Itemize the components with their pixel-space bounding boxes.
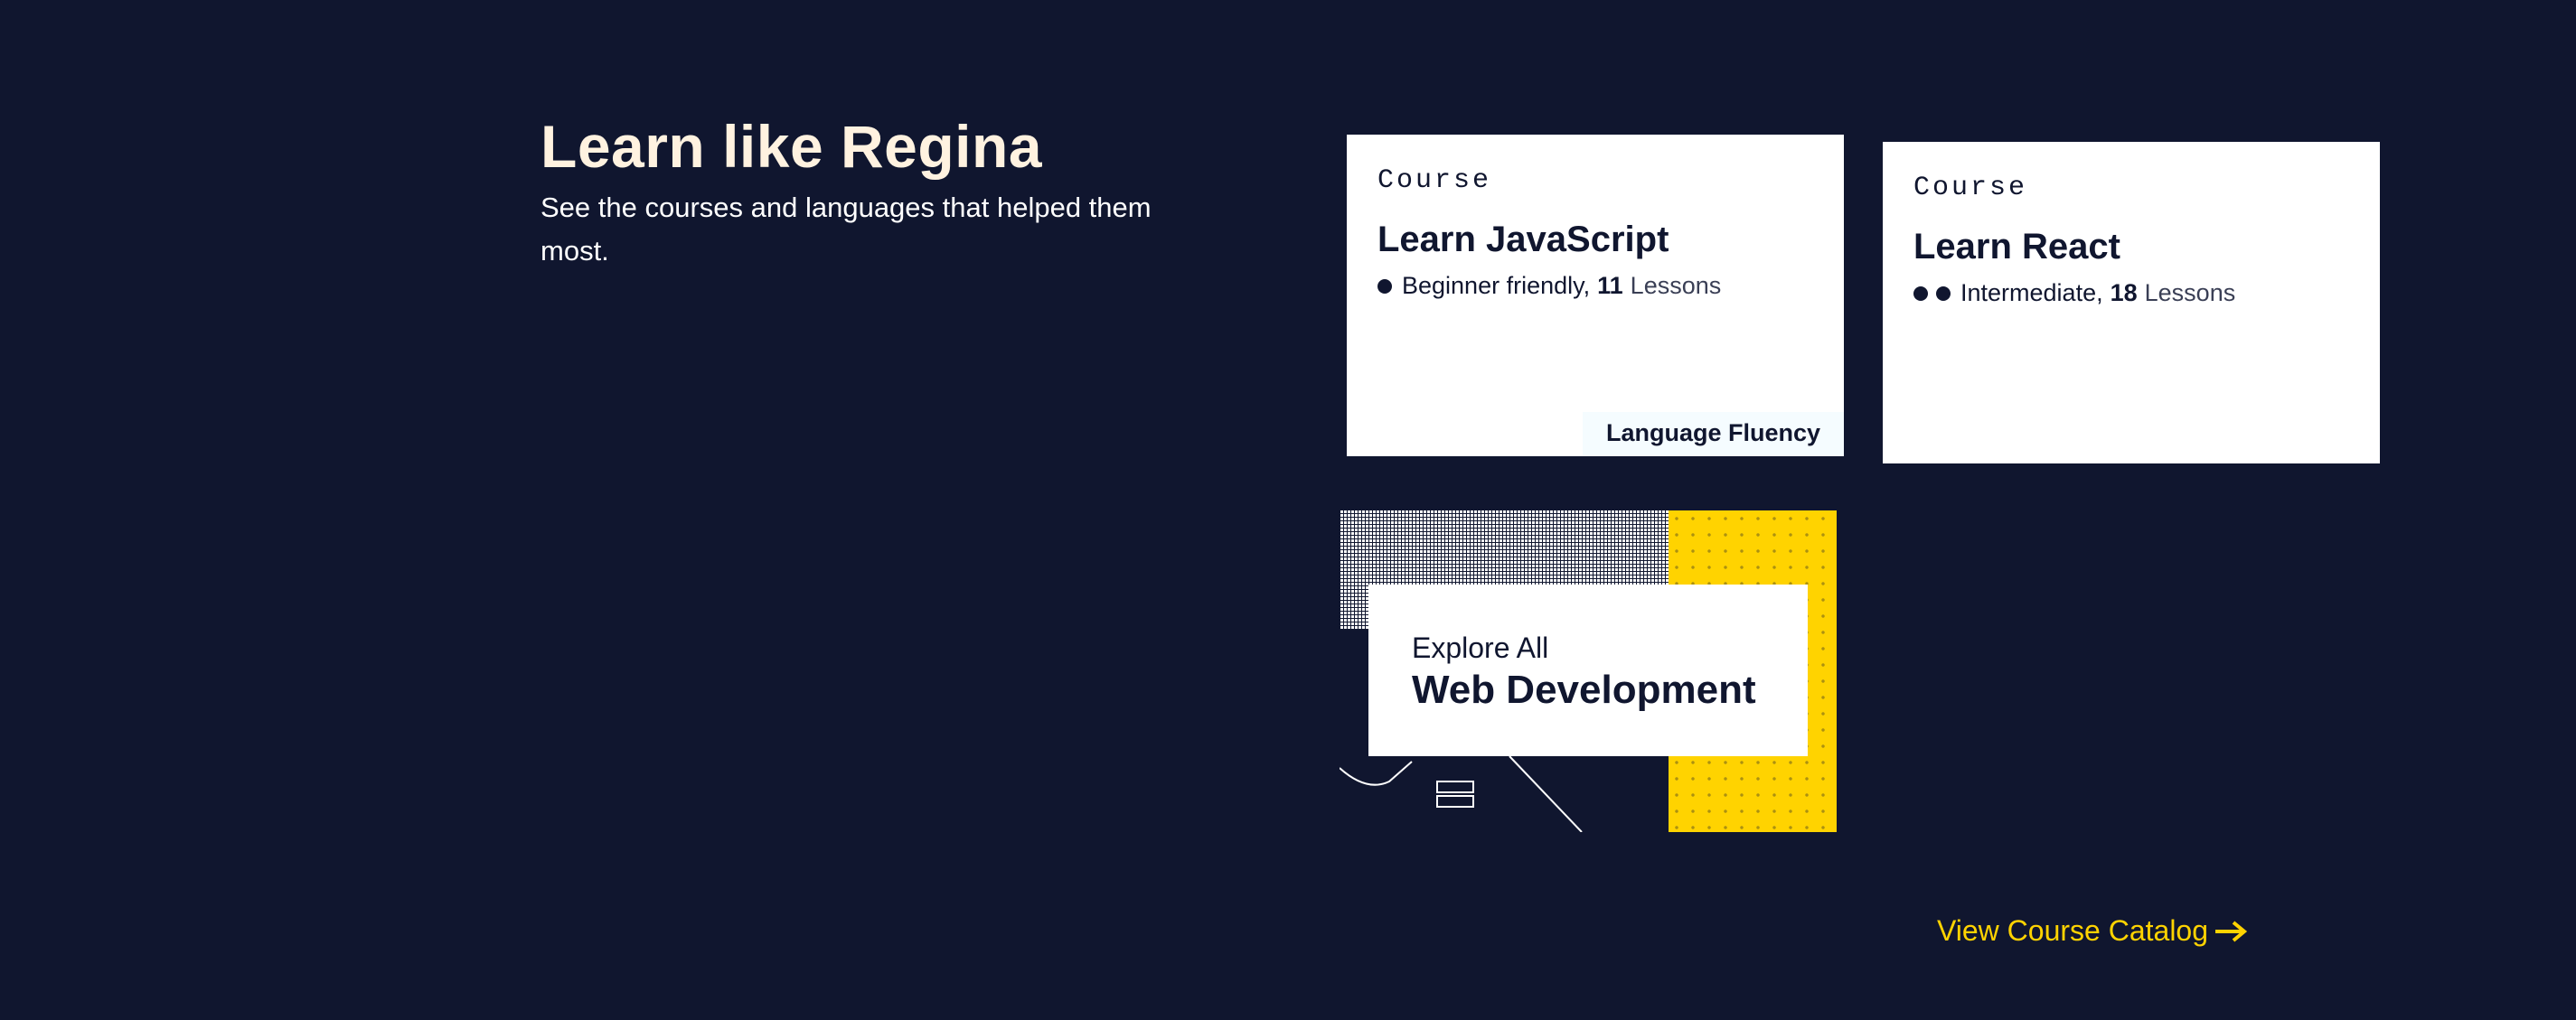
explore-label: Explore All bbox=[1412, 632, 1549, 664]
course-meta: Intermediate, 18 Lessons bbox=[1913, 279, 2235, 307]
diagonal-line-decoration bbox=[1509, 755, 1583, 832]
course-level: Beginner friendly, bbox=[1402, 272, 1591, 299]
view-course-catalog-link[interactable]: View Course Catalog bbox=[1937, 914, 2250, 948]
section-title: Learn like Regina bbox=[541, 113, 1043, 180]
section-subtitle: See the courses and languages that helpe… bbox=[541, 192, 1152, 267]
explore-web-development-tile[interactable]: Explore All Web Development bbox=[1340, 510, 1837, 832]
stack-block-bottom-decoration bbox=[1436, 795, 1474, 808]
course-kind-label: Course bbox=[1913, 173, 2028, 203]
course-tag: Language Fluency bbox=[1582, 412, 1844, 456]
curve-decoration bbox=[1340, 761, 1413, 786]
difficulty-dot-icon bbox=[1377, 278, 1392, 294]
course-meta: Beginner friendly, 11 Lessons bbox=[1377, 272, 1721, 300]
catalog-link-label: View Course Catalog bbox=[1937, 914, 2209, 947]
difficulty-dot-icon bbox=[1913, 285, 1928, 301]
difficulty-dot-icon bbox=[1936, 285, 1951, 301]
stack-block-top-decoration bbox=[1436, 781, 1474, 793]
lesson-unit: Lessons bbox=[1630, 272, 1722, 299]
explore-card: Explore All Web Development bbox=[1368, 585, 1808, 756]
course-kind-label: Course bbox=[1377, 165, 1492, 196]
lesson-count: 11 bbox=[1597, 272, 1623, 299]
page: Learn like Regina See the courses and la… bbox=[0, 0, 2576, 1020]
lesson-count: 18 bbox=[2110, 279, 2138, 306]
course-level: Intermediate, bbox=[1960, 279, 2103, 306]
course-title: Learn JavaScript bbox=[1377, 220, 1669, 259]
lesson-unit: Lessons bbox=[2144, 279, 2236, 306]
course-card-learn-react[interactable]: Course Learn React Intermediate, 18 Less… bbox=[1883, 142, 2380, 463]
arrow-right-icon bbox=[2215, 920, 2248, 942]
explore-title: Web Development bbox=[1412, 668, 1756, 712]
course-title: Learn React bbox=[1913, 227, 2120, 267]
course-card-learn-javascript[interactable]: Course Learn JavaScript Beginner friendl… bbox=[1347, 135, 1844, 456]
